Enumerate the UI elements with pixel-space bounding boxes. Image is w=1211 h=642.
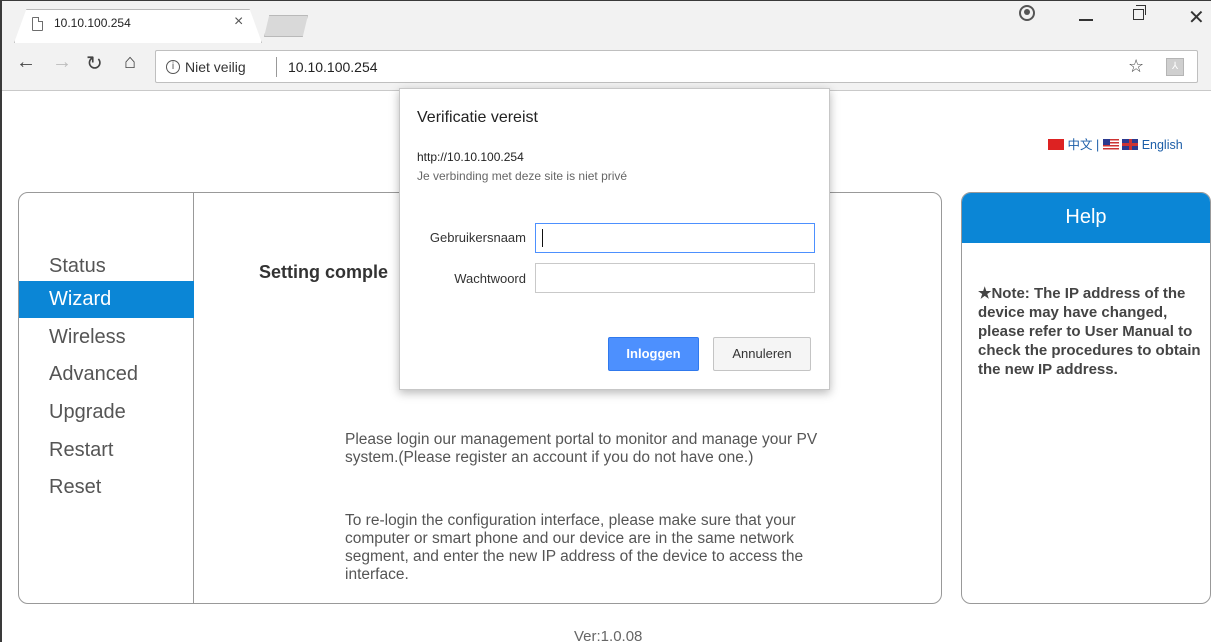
tab-strip: 10.10.100.254 × ✕ [2,1,1211,43]
help-note: ★Note: The IP address of the device may … [978,285,1201,378]
close-icon[interactable]: ✕ [1188,5,1205,30]
reload-icon[interactable]: ↻ [86,51,103,76]
login-portal-message: Please login our management portal to mo… [345,431,818,466]
minimize-icon[interactable] [1079,19,1093,21]
sidebar-item-status[interactable]: Status [19,248,194,285]
help-panel: Help ★Note: The IP address of the device… [961,192,1211,604]
url-separator [276,57,277,77]
sidebar-item-wireless[interactable]: Wireless [19,319,194,356]
uk-flag-icon[interactable] [1122,139,1139,150]
sidebar-item-upgrade[interactable]: Upgrade [19,394,194,431]
relogin-message: To re-login the configuration interface,… [345,512,804,583]
browser-toolbar: ← → ↻ ⌂ i Niet veilig 10.10.100.254 ☆ ⅄ [2,43,1211,91]
address-bar[interactable]: i Niet veilig 10.10.100.254 ☆ ⅄ [155,50,1198,83]
tab-title: 10.10.100.254 [54,16,131,30]
info-icon[interactable]: i [166,60,180,74]
text-caret [542,229,543,247]
new-tab-button[interactable] [264,15,308,37]
username-label: Gebruikersnaam [429,230,526,245]
sidebar-item-restart[interactable]: Restart [19,432,194,469]
sidebar: Status Wizard Wireless Advanced Upgrade … [19,193,194,603]
tab-close-icon[interactable]: × [234,13,243,31]
china-flag-icon[interactable] [1048,139,1064,150]
help-title: Help [962,193,1210,243]
star-icon[interactable]: ☆ [1128,56,1144,77]
forward-icon[interactable]: → [52,51,72,74]
password-label: Wachtwoord [454,271,526,286]
home-icon[interactable]: ⌂ [124,51,136,74]
language-bar: 中文 | English [1048,134,1183,153]
page-icon [32,17,43,31]
us-flag-icon[interactable] [1102,139,1119,150]
username-field[interactable] [535,223,815,253]
tab-active[interactable] [14,9,262,43]
password-field[interactable] [535,263,815,293]
version-label: Ver:1.0.08 [574,628,643,642]
url-text[interactable]: 10.10.100.254 [288,59,378,75]
dialog-title: Verificatie vereist [417,109,538,126]
page-title: Setting comple [259,262,389,282]
profile-icon[interactable] [1019,5,1035,21]
login-button[interactable]: Inloggen [608,337,699,371]
back-icon[interactable]: ← [16,51,36,74]
dialog-warning: Je verbinding met deze site is niet priv… [417,169,628,183]
security-label[interactable]: Niet veilig [185,59,246,75]
lang-chinese-link[interactable]: 中文 [1067,138,1092,152]
cancel-button[interactable]: Annuleren [713,337,811,371]
pdf-icon[interactable]: ⅄ [1166,58,1184,76]
restore-icon[interactable] [1133,5,1146,20]
browser-window: 10.10.100.254 × ✕ ← → ↻ ⌂ i Niet veilig … [0,0,1211,642]
sidebar-item-wizard[interactable]: Wizard [19,281,194,318]
dialog-url: http://10.10.100.254 [417,150,524,164]
auth-dialog: Verificatie vereist http://10.10.100.254… [399,88,830,390]
sidebar-item-advanced[interactable]: Advanced [19,356,194,393]
lang-separator: | [1095,138,1100,152]
lang-english-link[interactable]: English [1142,138,1183,152]
sidebar-item-reset[interactable]: Reset [19,469,194,506]
